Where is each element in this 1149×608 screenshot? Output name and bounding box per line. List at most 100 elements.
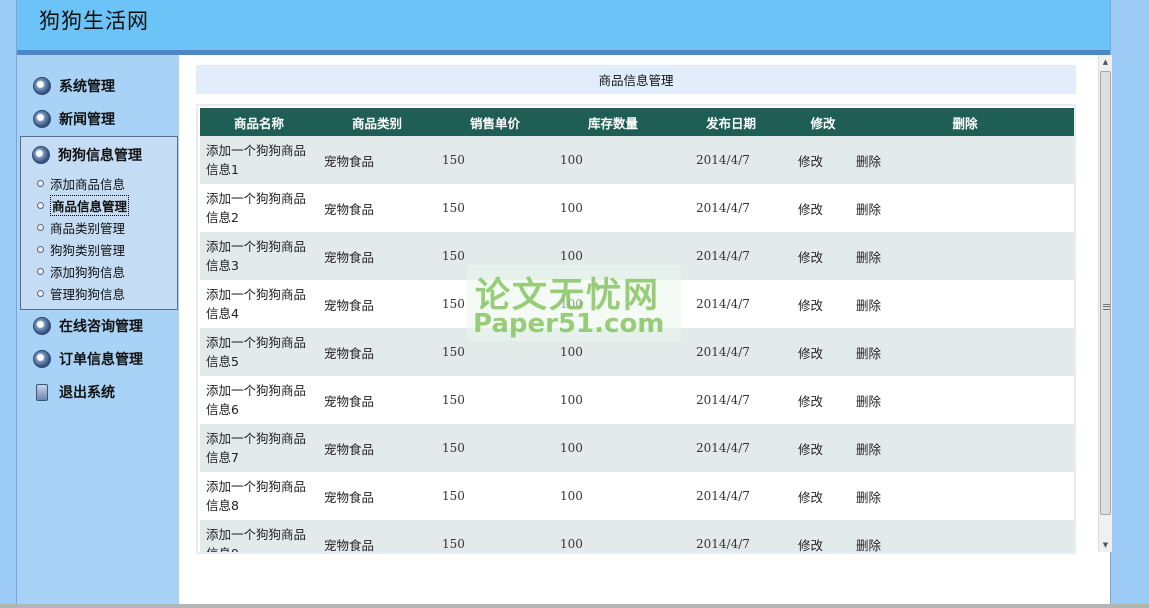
submenu-add-product[interactable]: 添加商品信息 — [37, 174, 125, 192]
delete-link[interactable]: 删除 — [856, 376, 1074, 424]
bullet-icon — [37, 289, 44, 297]
cell-date: 2014/4/7 — [672, 328, 790, 376]
scrollbar-thumb[interactable] — [1100, 71, 1111, 515]
submenu-label: 管理狗狗信息 — [50, 286, 126, 302]
cell-date: 2014/4/7 — [672, 520, 790, 552]
cell-price: 150 — [436, 184, 554, 232]
cell-price: 150 — [436, 136, 554, 184]
bullet-icon — [37, 245, 44, 253]
delete-link[interactable]: 删除 — [856, 232, 1074, 280]
cell-category: 宠物食品 — [318, 280, 436, 328]
menu-online-consult[interactable]: 在线咨询管理 — [33, 314, 143, 338]
table-row: 添加一个狗狗商品 信息6 宠物食品 150 100 2014/4/7 修改 删除 — [200, 376, 1074, 424]
cell-name-line1: 添加一个狗狗商品 — [206, 239, 307, 254]
cell-date: 2014/4/7 — [672, 472, 790, 520]
edit-link[interactable]: 修改 — [790, 136, 856, 184]
delete-link[interactable]: 删除 — [856, 520, 1074, 552]
delete-link[interactable]: 删除 — [856, 184, 1074, 232]
scroll-up-icon[interactable]: ▲ — [1099, 55, 1112, 69]
cell-price: 150 — [436, 520, 554, 552]
cell-name-line1: 添加一个狗狗商品 — [206, 191, 307, 206]
menu-label: 狗狗信息管理 — [58, 148, 142, 164]
submenu-add-dog[interactable]: 添加狗狗信息 — [37, 262, 125, 280]
edit-link[interactable]: 修改 — [790, 472, 856, 520]
menu-order-management[interactable]: 订单信息管理 — [33, 347, 143, 371]
submenu-product-management[interactable]: 商品信息管理 — [37, 194, 130, 216]
disc-icon — [33, 110, 51, 128]
cell-name: 添加一个狗狗商品 信息6 — [200, 376, 318, 424]
menu-label: 在线咨询管理 — [59, 319, 143, 335]
bullet-icon — [37, 201, 44, 209]
menu-news-management[interactable]: 新闻管理 — [33, 107, 115, 131]
edit-link[interactable]: 修改 — [790, 520, 856, 552]
cell-stock: 100 — [554, 184, 672, 232]
col-header-stock[interactable]: 库存数量 — [554, 108, 672, 136]
page-title: 商品信息管理 — [196, 65, 1076, 94]
menu-logout[interactable]: 退出系统 — [33, 380, 115, 404]
disc-icon — [33, 77, 51, 95]
bottom-border — [0, 604, 1149, 608]
cell-name-line2: 信息9 — [206, 546, 239, 554]
table-row: 添加一个狗狗商品 信息2 宠物食品 150 100 2014/4/7 修改 删除 — [200, 184, 1074, 232]
bullet-icon — [37, 179, 44, 187]
col-header-category[interactable]: 商品类别 — [318, 108, 436, 136]
edit-link[interactable]: 修改 — [790, 328, 856, 376]
watermark-line2: Paper51.com — [473, 309, 665, 339]
disc-icon — [33, 350, 51, 368]
menu-label: 退出系统 — [59, 385, 115, 401]
table-row: 添加一个狗狗商品 信息9 宠物食品 150 100 2014/4/7 修改 删除 — [200, 520, 1074, 554]
cell-category: 宠物食品 — [318, 328, 436, 376]
edit-link[interactable]: 修改 — [790, 232, 856, 280]
col-header-name[interactable]: 商品名称 — [200, 108, 318, 136]
cell-stock: 100 — [554, 520, 672, 552]
menu-label: 新闻管理 — [59, 112, 115, 128]
cell-category: 宠物食品 — [318, 136, 436, 184]
cell-category: 宠物食品 — [318, 232, 436, 280]
cell-name: 添加一个狗狗商品 信息3 — [200, 232, 318, 280]
cell-date: 2014/4/7 — [672, 376, 790, 424]
cell-name-line1: 添加一个狗狗商品 — [206, 143, 307, 158]
cell-name: 添加一个狗狗商品 信息9 — [200, 520, 318, 554]
delete-link[interactable]: 删除 — [856, 424, 1074, 472]
grip-icon — [1103, 304, 1110, 310]
bullet-icon — [37, 267, 44, 275]
cell-name: 添加一个狗狗商品 信息2 — [200, 184, 318, 232]
cell-name-line2: 信息8 — [206, 498, 239, 513]
menu-dog-info-management[interactable]: 狗狗信息管理 — [32, 145, 142, 165]
cell-name: 添加一个狗狗商品 信息8 — [200, 472, 318, 520]
cell-name-line2: 信息3 — [206, 258, 239, 273]
table-header-row: 商品名称 商品类别 销售单价 库存数量 发布日期 修改 删除 — [200, 108, 1074, 136]
col-header-price[interactable]: 销售单价 — [436, 108, 554, 136]
cell-name-line2: 信息6 — [206, 402, 239, 417]
delete-link[interactable]: 删除 — [856, 136, 1074, 184]
scroll-down-icon[interactable]: ▼ — [1099, 538, 1112, 552]
submenu-dog-category[interactable]: 狗狗类别管理 — [37, 240, 125, 258]
cell-price: 150 — [436, 424, 554, 472]
cell-date: 2014/4/7 — [672, 184, 790, 232]
vertical-scrollbar[interactable]: ▲ ▼ — [1098, 55, 1112, 552]
delete-link[interactable]: 删除 — [856, 280, 1074, 328]
cell-name-line1: 添加一个狗狗商品 — [206, 335, 307, 350]
cell-stock: 100 — [554, 136, 672, 184]
cell-category: 宠物食品 — [318, 472, 436, 520]
submenu-label: 添加商品信息 — [50, 176, 126, 192]
exit-icon — [36, 383, 48, 401]
submenu-product-category[interactable]: 商品类别管理 — [37, 218, 125, 236]
submenu-label: 添加狗狗信息 — [50, 264, 126, 280]
edit-link[interactable]: 修改 — [790, 184, 856, 232]
watermark: 论文无忧网 Paper51.com — [467, 265, 681, 341]
cell-name-line1: 添加一个狗狗商品 — [206, 479, 307, 494]
cell-name-line1: 添加一个狗狗商品 — [206, 383, 307, 398]
submenu-manage-dog[interactable]: 管理狗狗信息 — [37, 284, 125, 302]
cell-date: 2014/4/7 — [672, 136, 790, 184]
site-title: 狗狗生活网 — [39, 9, 149, 33]
edit-link[interactable]: 修改 — [790, 280, 856, 328]
cell-name-line2: 信息7 — [206, 450, 239, 465]
delete-link[interactable]: 删除 — [856, 328, 1074, 376]
cell-name: 添加一个狗狗商品 信息7 — [200, 424, 318, 472]
delete-link[interactable]: 删除 — [856, 472, 1074, 520]
col-header-date[interactable]: 发布日期 — [672, 108, 790, 136]
menu-system-management[interactable]: 系统管理 — [33, 74, 115, 98]
edit-link[interactable]: 修改 — [790, 424, 856, 472]
edit-link[interactable]: 修改 — [790, 376, 856, 424]
